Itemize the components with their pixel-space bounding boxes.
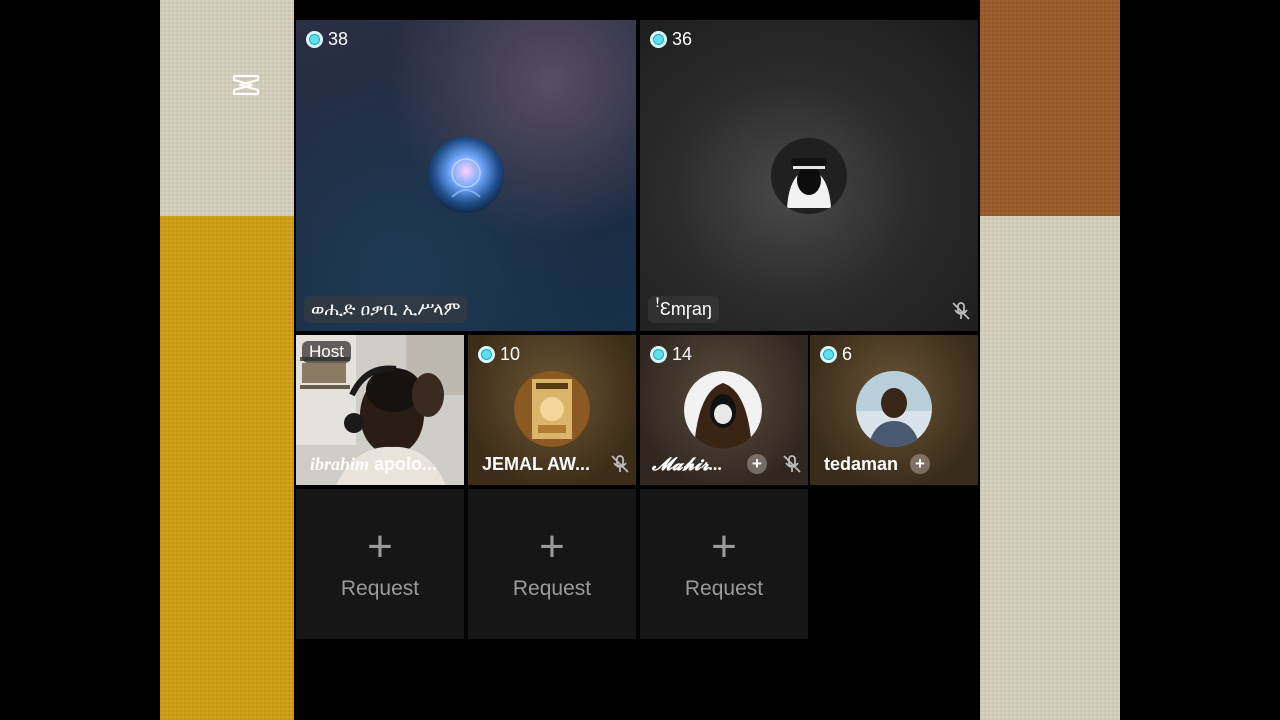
viewer-dot-icon [650, 346, 667, 363]
guest-tile-2[interactable]: 36 ꜝƐmɼaŋ [640, 20, 978, 331]
viewer-count: 10 [478, 344, 520, 365]
add-icon[interactable]: + [747, 454, 767, 474]
request-slot-2[interactable]: + Request [468, 489, 636, 639]
viewer-count-value: 14 [672, 344, 693, 364]
add-icon[interactable]: + [910, 454, 930, 474]
host-name-rest: apolo... [369, 454, 438, 474]
viewer-count-value: 6 [842, 344, 853, 364]
viewer-count: 6 [820, 344, 852, 365]
plus-icon: + [367, 522, 393, 571]
capcut-logo-icon [232, 74, 260, 96]
request-label: Request [512, 577, 592, 600]
viewer-dot-icon [820, 346, 837, 363]
viewer-count-value: 36 [672, 29, 693, 49]
mic-muted-icon [783, 455, 801, 473]
left-top-panel [160, 0, 294, 216]
mic-muted-icon [611, 455, 629, 473]
avatar [428, 137, 504, 213]
viewer-dot-icon [306, 31, 323, 48]
host-badge: Host [302, 341, 351, 363]
avatar [514, 371, 590, 447]
viewer-count: 14 [650, 344, 692, 365]
plus-icon: + [711, 522, 737, 571]
viewer-count-value: 10 [500, 344, 521, 364]
request-label: Request [684, 577, 764, 600]
guest-name: tedaman [824, 454, 899, 474]
guest-name: ወሒድ ዐቃቢ ኢሥላም [304, 296, 468, 323]
request-slot-3[interactable]: + Request [640, 489, 808, 639]
avatar [856, 371, 932, 447]
viewer-count-value: 38 [328, 29, 349, 49]
avatar [684, 371, 762, 449]
viewer-dot-icon [478, 346, 495, 363]
right-top-panel [980, 0, 1120, 216]
right-bottom-panel [980, 216, 1120, 720]
viewer-count: 38 [306, 29, 348, 50]
guest-tile-3[interactable]: 10 JEMAL AW... [468, 335, 636, 485]
guest-name: ꜝƐmɼaŋ [648, 296, 719, 323]
guest-tile-4[interactable]: 14 𝓜𝓪𝓱𝓲𝓻... + [640, 335, 808, 485]
request-slot-1[interactable]: + Request [296, 489, 464, 639]
viewer-dot-icon [650, 31, 667, 48]
mic-muted-icon [952, 302, 970, 320]
left-bottom-panel [160, 216, 294, 720]
guest-name: JEMAL AW... [482, 454, 591, 474]
guest-name: 𝓜𝓪𝓱𝓲𝓻... [652, 454, 723, 474]
guest-tile-5[interactable]: 6 tedaman + [810, 335, 978, 485]
host-tile[interactable]: Host ibrahim apolo... [296, 335, 464, 485]
live-multi-guest-grid: 38 ወሒድ ዐቃቢ ኢሥላም 36 ꜝƐmɼaŋ Host ibrahim a… [294, 0, 980, 720]
guest-name: ibrahim apolo... [310, 454, 437, 475]
request-label: Request [340, 577, 420, 600]
viewer-count: 36 [650, 29, 692, 50]
host-name-stylized: ibrahim [310, 454, 370, 474]
plus-icon: + [539, 522, 565, 571]
guest-tile-1[interactable]: 38 ወሒድ ዐቃቢ ኢሥላም [296, 20, 636, 331]
avatar [771, 138, 847, 214]
